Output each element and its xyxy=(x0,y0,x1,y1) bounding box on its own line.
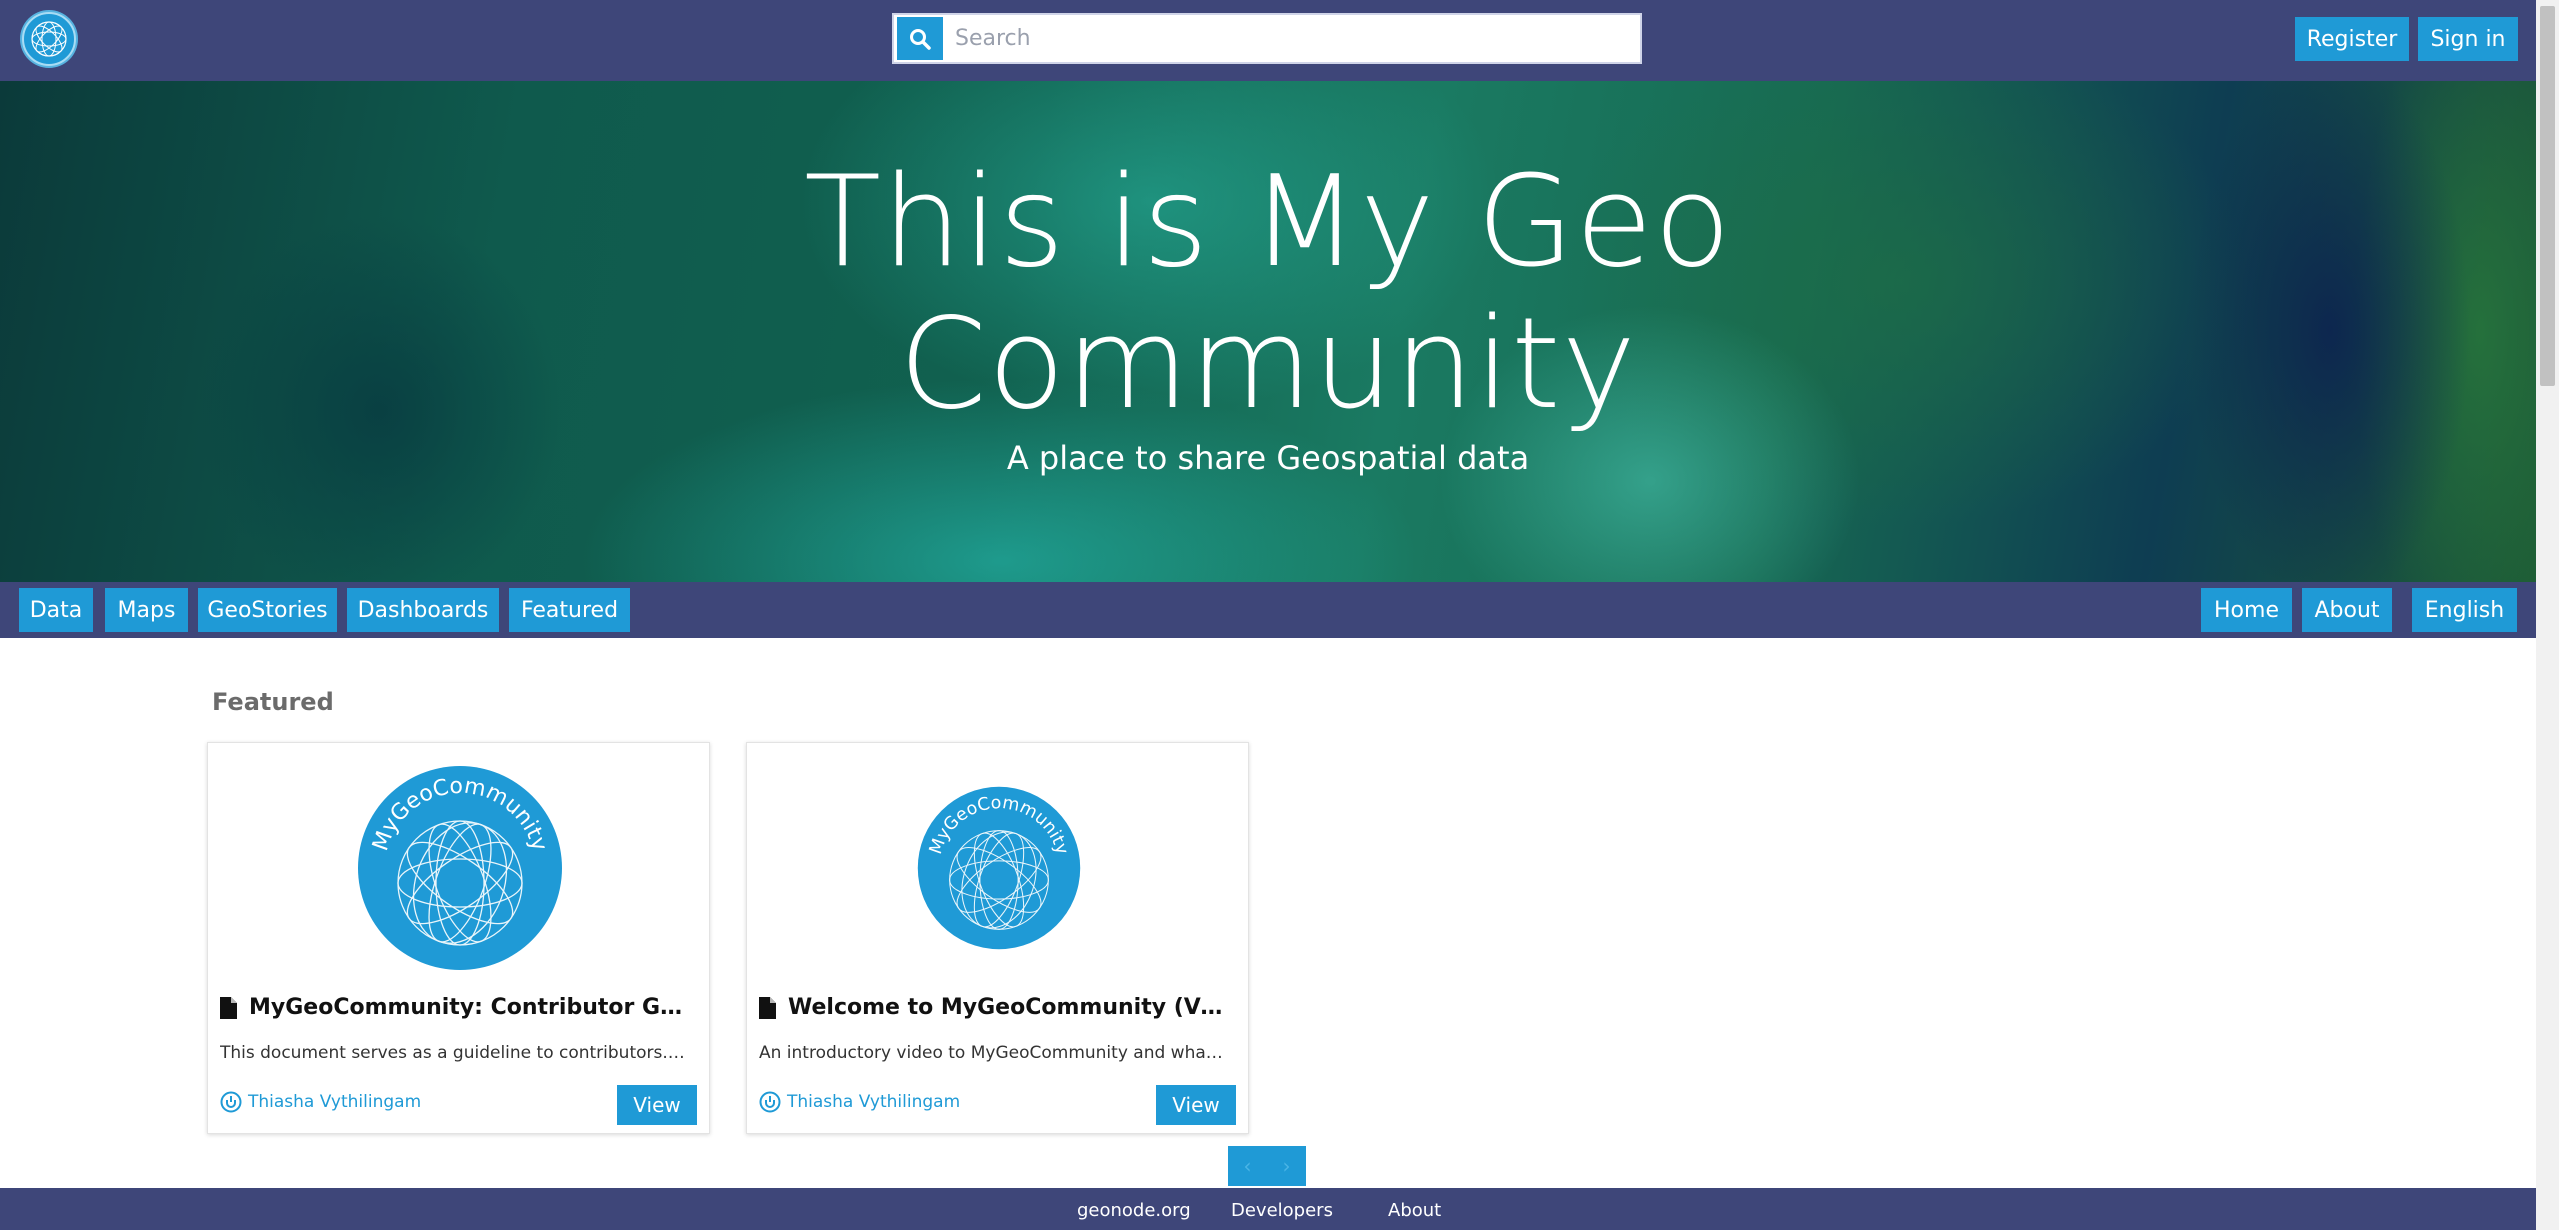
page-scrollbar[interactable] xyxy=(2536,0,2559,1230)
hero-title-line-1: This is My Geo xyxy=(804,148,1732,295)
card-title-text: Welcome to MyGeoCommunity (Video) xyxy=(788,995,1229,1020)
sign-in-button[interactable]: Sign in xyxy=(2418,17,2518,61)
mygeocommunity-logo-icon: MyGeoCommunity xyxy=(917,786,1080,950)
footer-link-geonode[interactable]: geonode.org xyxy=(1077,1200,1191,1221)
document-icon xyxy=(759,996,776,1019)
search-button[interactable] xyxy=(897,17,943,60)
card-author-name: Thiasha Vythilingam xyxy=(787,1092,961,1112)
mygeocommunity-logo-icon: MyGeoCommunity xyxy=(357,766,562,970)
featured-heading: Featured xyxy=(212,688,334,716)
nav-data[interactable]: Data xyxy=(19,588,93,632)
user-icon xyxy=(759,1091,781,1113)
nav-home[interactable]: Home xyxy=(2201,588,2292,632)
view-button[interactable]: View xyxy=(617,1085,697,1125)
nav-maps[interactable]: Maps xyxy=(105,588,188,632)
register-button[interactable]: Register xyxy=(2295,17,2409,61)
card-author[interactable]: Thiasha Vythilingam xyxy=(220,1091,421,1113)
carousel-pager: ‹ › xyxy=(1228,1146,1306,1186)
card-title[interactable]: MyGeoCommunity: Contributor Guidelines xyxy=(220,995,690,1020)
top-bar: Register Sign in xyxy=(0,0,2536,81)
nav-about[interactable]: About xyxy=(2302,588,2392,632)
user-icon xyxy=(220,1091,242,1113)
footer-link-about[interactable]: About xyxy=(1388,1200,1441,1221)
card-thumbnail[interactable]: MyGeoCommunity xyxy=(747,743,1250,993)
language-selector[interactable]: English xyxy=(2412,588,2517,632)
search-bar xyxy=(892,13,1642,64)
hero-title: This is My Geo Community xyxy=(0,151,2536,435)
view-button[interactable]: View xyxy=(1156,1085,1236,1125)
search-icon xyxy=(910,28,931,50)
card-author[interactable]: Thiasha Vythilingam xyxy=(759,1091,960,1113)
nav-dashboards[interactable]: Dashboards xyxy=(347,588,499,632)
document-icon xyxy=(220,996,237,1019)
card-author-name: Thiasha Vythilingam xyxy=(248,1092,422,1112)
nav-featured[interactable]: Featured xyxy=(509,588,630,632)
card-title[interactable]: Welcome to MyGeoCommunity (Video) xyxy=(759,995,1229,1020)
chevron-left-icon[interactable]: ‹ xyxy=(1228,1146,1267,1186)
chevron-right-icon[interactable]: › xyxy=(1267,1146,1306,1186)
footer-link-developers[interactable]: Developers xyxy=(1231,1200,1333,1221)
hero-subtitle: A place to share Geospatial data xyxy=(1006,439,1530,477)
featured-card[interactable]: MyGeoCommunity MyGeoCommunity: Contribut… xyxy=(207,742,710,1134)
hero-title-line-2: Community xyxy=(898,290,1638,437)
featured-card[interactable]: MyGeoCommunity Welcome to MyGeoCommunity… xyxy=(746,742,1249,1134)
globe-logo-icon[interactable] xyxy=(20,10,78,68)
footer: geonode.org Developers About xyxy=(0,1188,2536,1230)
main-nav: Data Maps GeoStories Dashboards Featured… xyxy=(0,582,2536,638)
search-input[interactable] xyxy=(943,17,1640,60)
nav-geostories[interactable]: GeoStories xyxy=(198,588,337,632)
card-description: An introductory video to MyGeoCommunity … xyxy=(759,1043,1229,1063)
hero-banner: This is My Geo Community A place to shar… xyxy=(0,81,2536,582)
card-thumbnail[interactable]: MyGeoCommunity xyxy=(208,743,711,993)
card-title-text: MyGeoCommunity: Contributor Guidelines xyxy=(249,995,690,1020)
scrollbar-thumb[interactable] xyxy=(2540,6,2555,386)
card-description: This document serves as a guideline to c… xyxy=(220,1043,690,1063)
